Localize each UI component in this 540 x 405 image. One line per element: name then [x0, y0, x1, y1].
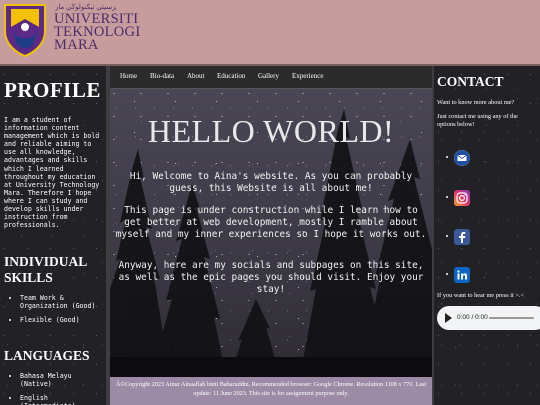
nav-about[interactable]: About	[187, 72, 205, 80]
audio-progress-bar[interactable]	[489, 317, 534, 319]
email-icon[interactable]	[454, 150, 470, 166]
main-content: Home Bio-data About Education Gallery Ex…	[109, 66, 435, 405]
skills-list: Team Work & Organization (Good) Flexible…	[8, 294, 106, 330]
contact-intro: Want to know more about me?	[437, 99, 515, 106]
profile-sidebar: PROFILE I am a student of information co…	[0, 66, 109, 405]
language-item: Bahasa Melayu (Native)	[20, 372, 106, 388]
footer: Â©Copyright 2023 Ainur Ainaaflah binti B…	[110, 377, 432, 405]
site-header: ﻮﻨﻴۏﺮسيتي تيكنولوڬي مار UNIVERSITI TEKNO…	[0, 0, 540, 66]
list-bullet	[446, 196, 448, 198]
profile-heading: PROFILE	[4, 78, 101, 102]
nav-experience[interactable]: Experience	[292, 72, 323, 80]
social-instagram	[446, 190, 536, 206]
social-linkedin	[446, 267, 536, 283]
uitm-crest-logo	[4, 4, 46, 57]
university-name: UNIVERSITI TEKNOLOGI MARA	[54, 12, 140, 53]
linkedin-icon[interactable]	[454, 267, 470, 283]
hero-section: HELLO WORLD! Hi, Welcome to Aina's websi…	[110, 89, 432, 377]
skills-heading: INDIVIDUAL SKILLS	[4, 254, 87, 285]
nav-education[interactable]: Education	[217, 72, 245, 80]
instagram-icon[interactable]	[454, 190, 470, 206]
contact-sidebar: CONTACT Want to know more about me? Just…	[434, 66, 540, 405]
audio-player[interactable]: 0:00 / 0:00	[437, 306, 540, 330]
skill-item: Team Work & Organization (Good)	[20, 294, 106, 310]
contact-instructions: Just contact me using any of the options…	[437, 113, 518, 128]
languages-heading: LANGUAGES	[4, 348, 90, 363]
profile-description: I am a student of information content ma…	[4, 116, 100, 230]
audio-prompt: If you want to hear me press it >.<	[437, 292, 525, 299]
hero-title: HELLO WORLD!	[147, 113, 395, 149]
audio-time: 0:00 / 0:00	[457, 314, 488, 321]
skill-item: Flexible (Good)	[20, 316, 106, 324]
nav-gallery[interactable]: Gallery	[258, 72, 279, 80]
construction-text: This page is under construction while I …	[115, 205, 427, 240]
welcome-text: Hi, Welcome to Aina's website. As you ca…	[129, 171, 413, 194]
social-facebook	[446, 229, 536, 245]
nav-bio-data[interactable]: Bio-data	[150, 72, 174, 80]
logo-line-3: MARA	[54, 37, 99, 53]
socials-text: Anyway, here are my socials and subpages…	[118, 260, 424, 295]
languages-list: Bahasa Melayu (Native) English (Intermed…	[8, 372, 106, 405]
list-bullet	[446, 273, 448, 275]
contact-heading: CONTACT	[437, 74, 504, 89]
language-item: English (Intermediate)	[20, 394, 106, 405]
top-nav: Home Bio-data About Education Gallery Ex…	[110, 66, 432, 89]
list-bullet	[446, 235, 448, 237]
play-icon[interactable]	[445, 313, 452, 323]
nav-home[interactable]: Home	[120, 72, 137, 80]
social-email	[446, 150, 536, 166]
list-bullet	[446, 156, 448, 158]
facebook-icon[interactable]	[454, 229, 470, 245]
